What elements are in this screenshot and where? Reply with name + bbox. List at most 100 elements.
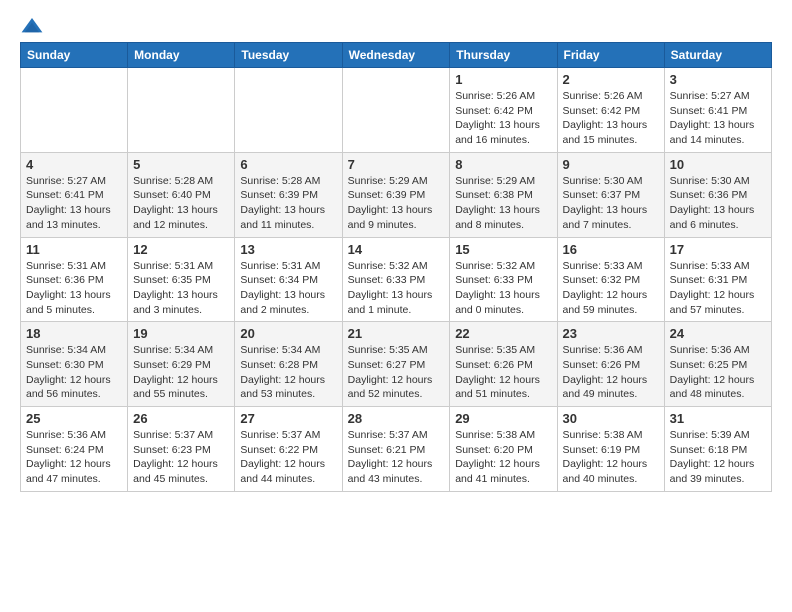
calendar-cell: 17 Sunrise: 5:33 AM Sunset: 6:31 PM Dayli… [664,237,771,322]
calendar-cell: 2 Sunrise: 5:26 AM Sunset: 6:42 PM Daylig… [557,68,664,153]
day-number: 19 [133,326,229,341]
calendar-cell [342,68,450,153]
day-number: 17 [670,242,766,257]
day-info: Sunrise: 5:36 AM Sunset: 6:25 PM Dayligh… [670,343,766,402]
calendar-cell: 22Sunrise: 5:35 AM Sunset: 6:26 PM Dayli… [450,322,557,407]
day-number: 4 [26,157,122,172]
calendar-cell [21,68,128,153]
calendar-cell: 27 Sunrise: 5:37 AM Sunset: 6:22 PM Dayli… [235,407,342,492]
day-info: Sunrise: 5:36 AM Sunset: 6:24 PM Dayligh… [26,428,122,487]
calendar-cell: 18 Sunrise: 5:34 AM Sunset: 6:30 PM Dayli… [21,322,128,407]
calendar-cell: 9 Sunrise: 5:30 AM Sunset: 6:37 PM Daylig… [557,152,664,237]
calendar-table: SundayMondayTuesdayWednesdayThursdayFrid… [20,42,772,492]
header-tuesday: Tuesday [235,43,342,68]
calendar-cell: 16Sunrise: 5:33 AM Sunset: 6:32 PM Dayli… [557,237,664,322]
day-number: 27 [240,411,336,426]
day-info: Sunrise: 5:32 AM Sunset: 6:33 PM Dayligh… [348,259,445,318]
day-number: 26 [133,411,229,426]
day-info: Sunrise: 5:37 AM Sunset: 6:21 PM Dayligh… [348,428,445,487]
day-number: 20 [240,326,336,341]
day-info: Sunrise: 5:27 AM Sunset: 6:41 PM Dayligh… [26,174,122,233]
day-number: 29 [455,411,551,426]
week-row-4: 25 Sunrise: 5:36 AM Sunset: 6:24 PM Dayli… [21,407,772,492]
day-info: Sunrise: 5:33 AM Sunset: 6:32 PM Dayligh… [563,259,659,318]
day-info: Sunrise: 5:34 AM Sunset: 6:30 PM Dayligh… [26,343,122,402]
header-row: SundayMondayTuesdayWednesdayThursdayFrid… [21,43,772,68]
day-info: Sunrise: 5:31 AM Sunset: 6:35 PM Dayligh… [133,259,229,318]
calendar-cell: 10 Sunrise: 5:30 AM Sunset: 6:36 PM Dayli… [664,152,771,237]
day-info: Sunrise: 5:35 AM Sunset: 6:27 PM Dayligh… [348,343,445,402]
day-number: 28 [348,411,445,426]
day-number: 22 [455,326,551,341]
day-info: Sunrise: 5:30 AM Sunset: 6:37 PM Dayligh… [563,174,659,233]
day-info: Sunrise: 5:27 AM Sunset: 6:41 PM Dayligh… [670,89,766,148]
day-number: 5 [133,157,229,172]
day-info: Sunrise: 5:29 AM Sunset: 6:39 PM Dayligh… [348,174,445,233]
day-number: 10 [670,157,766,172]
calendar-cell: 29 Sunrise: 5:38 AM Sunset: 6:20 PM Dayli… [450,407,557,492]
calendar-body: 1 Sunrise: 5:26 AM Sunset: 6:42 PM Daylig… [21,68,772,492]
day-info: Sunrise: 5:26 AM Sunset: 6:42 PM Dayligh… [563,89,659,148]
day-info: Sunrise: 5:34 AM Sunset: 6:29 PM Dayligh… [133,343,229,402]
day-number: 30 [563,411,659,426]
calendar-cell: 4 Sunrise: 5:27 AM Sunset: 6:41 PM Daylig… [21,152,128,237]
header-friday: Friday [557,43,664,68]
logo-icon [20,16,44,36]
calendar-cell [128,68,235,153]
day-number: 8 [455,157,551,172]
calendar-cell: 21Sunrise: 5:35 AM Sunset: 6:27 PM Dayli… [342,322,450,407]
day-info: Sunrise: 5:33 AM Sunset: 6:31 PM Dayligh… [670,259,766,318]
header-saturday: Saturday [664,43,771,68]
calendar-cell: 14Sunrise: 5:32 AM Sunset: 6:33 PM Dayli… [342,237,450,322]
header [20,16,772,36]
day-info: Sunrise: 5:32 AM Sunset: 6:33 PM Dayligh… [455,259,551,318]
header-wednesday: Wednesday [342,43,450,68]
calendar-cell: 28 Sunrise: 5:37 AM Sunset: 6:21 PM Dayli… [342,407,450,492]
calendar-cell: 26 Sunrise: 5:37 AM Sunset: 6:23 PM Dayli… [128,407,235,492]
day-info: Sunrise: 5:36 AM Sunset: 6:26 PM Dayligh… [563,343,659,402]
calendar-cell: 25 Sunrise: 5:36 AM Sunset: 6:24 PM Dayli… [21,407,128,492]
calendar-cell: 23 Sunrise: 5:36 AM Sunset: 6:26 PM Dayli… [557,322,664,407]
calendar-cell: 3 Sunrise: 5:27 AM Sunset: 6:41 PM Daylig… [664,68,771,153]
day-number: 2 [563,72,659,87]
day-number: 13 [240,242,336,257]
day-number: 15 [455,242,551,257]
day-info: Sunrise: 5:28 AM Sunset: 6:39 PM Dayligh… [240,174,336,233]
day-number: 7 [348,157,445,172]
calendar-cell: 24 Sunrise: 5:36 AM Sunset: 6:25 PM Dayli… [664,322,771,407]
week-row-1: 4 Sunrise: 5:27 AM Sunset: 6:41 PM Daylig… [21,152,772,237]
day-info: Sunrise: 5:37 AM Sunset: 6:22 PM Dayligh… [240,428,336,487]
day-number: 11 [26,242,122,257]
calendar-cell: 30 Sunrise: 5:38 AM Sunset: 6:19 PM Dayli… [557,407,664,492]
day-number: 24 [670,326,766,341]
week-row-0: 1 Sunrise: 5:26 AM Sunset: 6:42 PM Daylig… [21,68,772,153]
day-info: Sunrise: 5:30 AM Sunset: 6:36 PM Dayligh… [670,174,766,233]
week-row-2: 11Sunrise: 5:31 AM Sunset: 6:36 PM Dayli… [21,237,772,322]
calendar-cell: 13 Sunrise: 5:31 AM Sunset: 6:34 PM Dayli… [235,237,342,322]
day-number: 23 [563,326,659,341]
day-number: 6 [240,157,336,172]
day-info: Sunrise: 5:37 AM Sunset: 6:23 PM Dayligh… [133,428,229,487]
calendar-cell: 19 Sunrise: 5:34 AM Sunset: 6:29 PM Dayli… [128,322,235,407]
day-info: Sunrise: 5:39 AM Sunset: 6:18 PM Dayligh… [670,428,766,487]
day-info: Sunrise: 5:31 AM Sunset: 6:34 PM Dayligh… [240,259,336,318]
day-number: 31 [670,411,766,426]
calendar-cell: 7 Sunrise: 5:29 AM Sunset: 6:39 PM Daylig… [342,152,450,237]
day-info: Sunrise: 5:29 AM Sunset: 6:38 PM Dayligh… [455,174,551,233]
calendar-cell: 15 Sunrise: 5:32 AM Sunset: 6:33 PM Dayli… [450,237,557,322]
header-sunday: Sunday [21,43,128,68]
calendar-cell: 20Sunrise: 5:34 AM Sunset: 6:28 PM Dayli… [235,322,342,407]
calendar-cell: 8 Sunrise: 5:29 AM Sunset: 6:38 PM Daylig… [450,152,557,237]
day-info: Sunrise: 5:38 AM Sunset: 6:19 PM Dayligh… [563,428,659,487]
day-number: 18 [26,326,122,341]
day-number: 9 [563,157,659,172]
calendar-cell: 31 Sunrise: 5:39 AM Sunset: 6:18 PM Dayli… [664,407,771,492]
calendar-header: SundayMondayTuesdayWednesdayThursdayFrid… [21,43,772,68]
day-number: 1 [455,72,551,87]
day-number: 12 [133,242,229,257]
day-info: Sunrise: 5:38 AM Sunset: 6:20 PM Dayligh… [455,428,551,487]
calendar-cell: 1Sunrise: 5:26 AM Sunset: 6:42 PM Daylig… [450,68,557,153]
header-monday: Monday [128,43,235,68]
day-number: 25 [26,411,122,426]
day-number: 3 [670,72,766,87]
